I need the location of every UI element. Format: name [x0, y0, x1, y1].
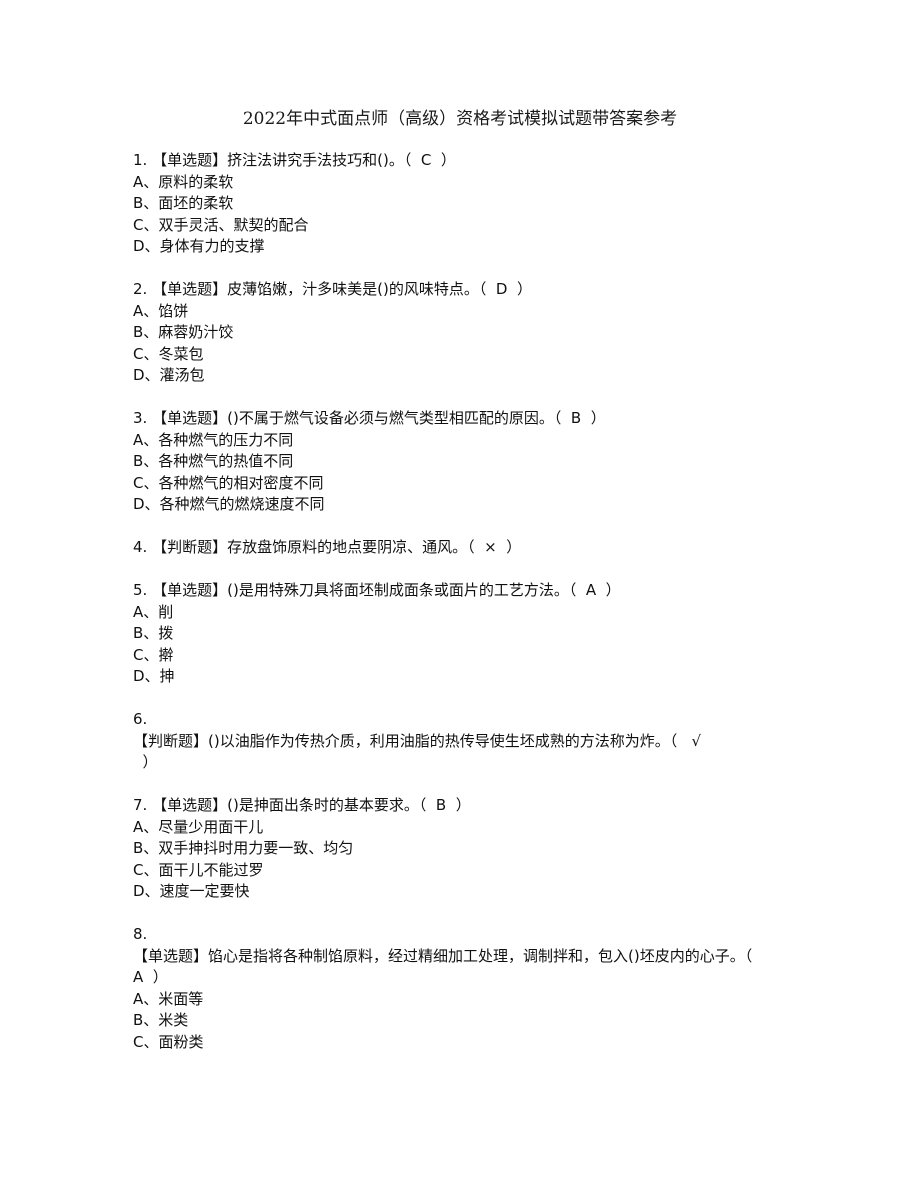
answer: A — [585, 581, 597, 599]
question-stem: 【判断题】()以油脂作为传热介质，利用油脂的热传导使生坯成熟的方法称为炸。（ √ — [133, 731, 702, 750]
question-text: 挤注法讲究手法技巧和()。 — [227, 151, 404, 169]
question-stem: 2. 【单选题】皮薄馅嫩，汁多味美是()的风味特点。（ D ） — [133, 280, 532, 298]
question-4: 4. 【判断题】存放盘饰原料的地点要阴凉、通风。（ × ） — [133, 537, 793, 559]
question-text: ()不属于燃气设备必须与燃气类型相匹配的原因。 — [227, 409, 554, 427]
question-1: 1. 【单选题】挤注法讲究手法技巧和()。（ C ） A、原料的柔软 B、面坯的… — [133, 150, 793, 258]
question-number: 3. — [133, 409, 148, 427]
question-text: 存放盘饰原料的地点要阴凉、通风。 — [227, 538, 468, 556]
question-stem: 7. 【单选题】()是抻面出条时的基本要求。（ B ） — [133, 796, 471, 814]
option-a: A、各种燃气的压力不同 — [133, 430, 294, 449]
question-number: 5. — [133, 581, 148, 599]
question-stem: 【单选题】馅心是指将各种制馅原料，经过精细加工处理，调制拌和，包入()坯皮内的心… — [133, 946, 762, 987]
question-type: 【判断题】 — [133, 731, 209, 750]
answer: B — [435, 796, 447, 814]
question-number: 7. — [133, 796, 148, 814]
question-type: 【单选题】 — [152, 151, 228, 169]
option-b: B、双手抻抖时用力要一致、均匀 — [133, 839, 354, 857]
answer: √ — [691, 731, 702, 750]
answer-close: ） — [133, 753, 158, 771]
option-d: D、灌汤包 — [133, 366, 205, 384]
answer: A — [133, 968, 144, 986]
question-type: 【单选题】 — [152, 280, 228, 298]
question-text: 馅心是指将各种制馅原料，经过精细加工处理，调制拌和，包入()坯皮内的心子。 — [208, 946, 745, 965]
option-c: C、面干儿不能过罗 — [133, 860, 264, 879]
option-d: D、身体有力的支撑 — [133, 237, 265, 255]
question-text: ()是抻面出条时的基本要求。 — [227, 796, 419, 814]
option-b: B、拨 — [133, 624, 174, 642]
option-d: D、速度一定要快 — [133, 882, 250, 900]
question-text: ()以油脂作为传热介质，利用油脂的热传导使生坯成熟的方法称为炸。 — [208, 731, 670, 750]
question-stem: 4. 【判断题】存放盘饰原料的地点要阴凉、通风。（ × ） — [133, 538, 522, 556]
option-a: A、馅饼 — [133, 301, 189, 320]
question-type: 【判断题】 — [152, 538, 228, 556]
question-stem: 5. 【单选题】()是用特殊刀具将面坯制成面条或面片的工艺方法。（ A ） — [133, 581, 621, 599]
question-6: 6. 【判断题】()以油脂作为传热介质，利用油脂的热传导使生坯成熟的方法称为炸。… — [133, 709, 793, 774]
question-number: 2. — [133, 280, 148, 298]
question-list: 1. 【单选题】挤注法讲究手法技巧和()。（ C ） A、原料的柔软 B、面坯的… — [133, 150, 793, 1075]
option-c: C、双手灵活、默契的配合 — [133, 215, 309, 234]
option-b: B、各种燃气的热值不同 — [133, 452, 294, 470]
answer: D — [495, 280, 508, 298]
question-stem: 3. 【单选题】()不属于燃气设备必须与燃气类型相匹配的原因。（ B ） — [133, 409, 606, 427]
option-a: A、米面等 — [133, 989, 204, 1008]
option-c: C、面粉类 — [133, 1032, 204, 1051]
answer: C — [420, 151, 432, 169]
option-b: B、面坯的柔软 — [133, 194, 234, 212]
option-c: C、各种燃气的相对密度不同 — [133, 473, 324, 492]
option-a: A、原料的柔软 — [133, 172, 234, 191]
document-title: 2022年中式面点师（高级）资格考试模拟试题带答案参考 — [242, 109, 678, 129]
option-c: C、冬菜包 — [133, 344, 204, 363]
question-type: 【单选题】 — [152, 796, 228, 814]
option-b: B、麻蓉奶汁饺 — [133, 323, 234, 341]
question-type: 【单选题】 — [152, 409, 228, 427]
question-number: 8. — [133, 925, 148, 943]
answer: B — [570, 409, 582, 427]
option-a: A、尽量少用面干儿 — [133, 817, 264, 836]
question-3: 3. 【单选题】()不属于燃气设备必须与燃气类型相匹配的原因。（ B ） A、各… — [133, 408, 793, 516]
option-d: D、各种燃气的燃烧速度不同 — [133, 495, 325, 513]
question-5: 5. 【单选题】()是用特殊刀具将面坯制成面条或面片的工艺方法。（ A ） A、… — [133, 580, 793, 688]
question-2: 2. 【单选题】皮薄馅嫩，汁多味美是()的风味特点。（ D ） A、馅饼 B、麻… — [133, 279, 793, 387]
question-number: 6. — [133, 710, 148, 728]
question-text: ()是用特殊刀具将面坯制成面条或面片的工艺方法。 — [227, 581, 569, 599]
option-d: D、抻 — [133, 667, 175, 685]
option-c: C、擀 — [133, 645, 174, 664]
question-text: 皮薄馅嫩，汁多味美是()的风味特点。 — [227, 280, 479, 298]
question-type: 【单选题】 — [152, 581, 228, 599]
question-type: 【单选题】 — [133, 946, 209, 965]
question-stem: 1. 【单选题】挤注法讲究手法技巧和()。（ C ） — [133, 151, 456, 169]
option-a: A、削 — [133, 602, 174, 621]
answer: × — [484, 538, 497, 556]
option-b: B、米类 — [133, 1011, 189, 1029]
question-8: 8. 【单选题】馅心是指将各种制馅原料，经过精细加工处理，调制拌和，包入()坯皮… — [133, 924, 793, 1053]
question-number: 4. — [133, 538, 148, 556]
question-number: 1. — [133, 151, 148, 169]
question-7: 7. 【单选题】()是抻面出条时的基本要求。（ B ） A、尽量少用面干儿 B、… — [133, 795, 793, 903]
